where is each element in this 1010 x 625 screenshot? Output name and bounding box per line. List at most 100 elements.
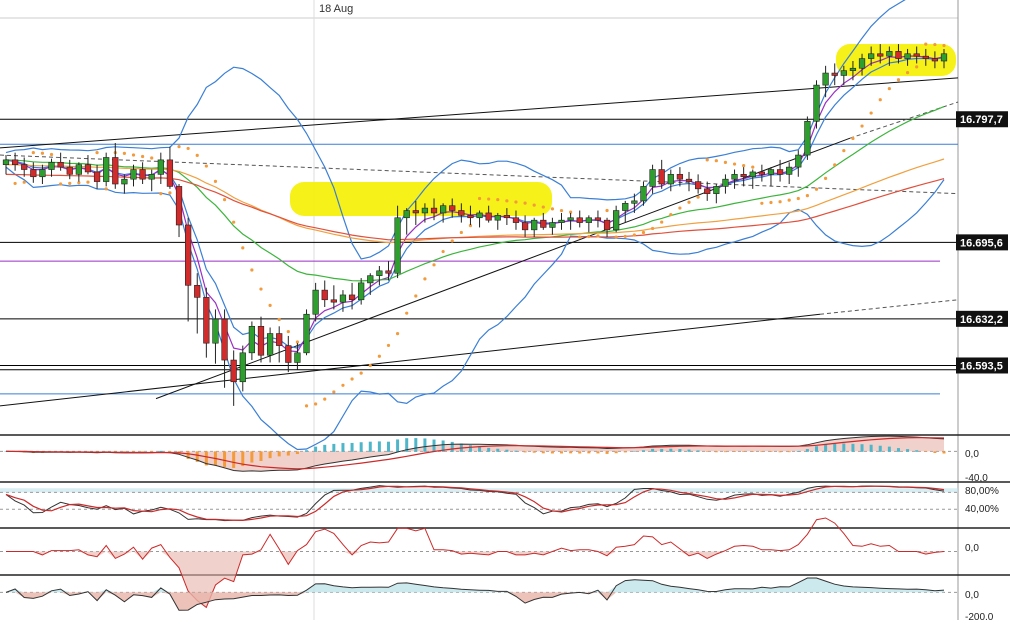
macd-histogram-bar [332,443,336,452]
candle-bullish [886,51,893,57]
parabolic-sar-dot [660,220,664,224]
macd-histogram-bar [523,451,527,453]
chart-canvas[interactable]: 18 Aug 16.797,716.695,616.632,216.593,5 … [0,0,1010,623]
parabolic-sar-dot [49,152,54,157]
parabolic-sar-dot [314,402,318,406]
parabolic-sar-dot [414,294,418,298]
candle-bullish [421,207,429,214]
candle-bearish [175,186,183,226]
parabolic-sar-dot [942,43,946,48]
candle-bearish [694,181,702,190]
parabolic-sar-dot [432,263,436,267]
parabolic-sar-dot [632,233,636,237]
candle-bullish [121,178,128,185]
candle-bullish [303,313,310,354]
parabolic-sar-dot [778,200,782,204]
macd-histogram-bar [842,443,846,452]
parabolic-sar-dot [150,156,154,160]
macd-histogram-bar [532,451,536,453]
parabolic-sar-dot [423,277,427,281]
macd-histogram-bar [386,441,390,452]
parabolic-sar-dot [869,111,873,115]
macd-histogram-bar [596,451,600,454]
parabolic-sar-dot [131,153,136,157]
parabolic-sar-dot [732,162,737,166]
candle-bearish [831,72,838,76]
macd-histogram-bar [924,451,928,452]
parabolic-sar-dot [723,160,728,165]
candle-bearish [385,270,392,274]
parabolic-sar-dot [213,179,218,183]
candle-bullish [476,212,483,219]
parabolic-sar-dot [878,98,882,102]
parabolic-sar-dot [323,397,327,401]
candle-bearish [467,215,474,219]
macd-histogram-bar [660,448,664,452]
candle-bullish [558,219,565,223]
parabolic-sar-dot [159,192,163,196]
candle-bullish [640,186,647,202]
candle-bearish [93,171,101,182]
macd-histogram-bar [915,450,919,452]
parabolic-sar-dot [523,201,527,205]
candle-bearish [84,164,92,173]
parabolic-sar-dot [368,363,372,368]
parabolic-sar-dot [851,136,855,141]
parabolic-sar-dot [59,182,63,186]
candle-bearish [194,284,201,298]
macd-histogram-bar [268,451,272,459]
macd-histogram-bar [423,438,427,452]
parabolic-sar-dot [277,317,281,322]
macd-histogram-bar [805,449,809,452]
parabolic-sar-dot [250,268,254,272]
candle-bearish [776,169,784,175]
parabolic-sar-dot [22,180,26,184]
parabolic-sar-dot [332,390,336,394]
macd-histogram-bar [760,451,764,453]
candle-bearish [877,53,884,57]
candle-bearish [112,157,119,185]
candle-bearish [139,169,146,180]
macd-histogram-bar [541,451,545,454]
parabolic-sar-dot [86,180,90,184]
parabolic-sar-dot [95,151,99,155]
macd-histogram-bar [860,444,864,452]
macd-histogram-bar [787,451,791,453]
candle-bullish [494,215,501,221]
candle-bearish [11,159,19,166]
candle-bearish [576,217,583,223]
candle-bearish [285,345,292,363]
candle-bullish [849,67,857,71]
trading-chart[interactable]: 18 Aug 16.797,7 16.695,6 16.632,2 16.593,5 … [0,0,1010,623]
parabolic-sar-dot [887,87,891,91]
macd-histogram-bar [751,451,755,452]
parabolic-sar-dot [350,377,354,381]
parabolic-sar-dot [68,181,72,185]
candle-bearish [913,53,920,57]
candle-bullish [376,270,383,276]
macd-histogram-bar [705,451,709,452]
macd-histogram-bar [277,451,281,457]
candle-bearish [185,224,192,286]
macd-histogram-bar [723,451,727,453]
macd-histogram-bar [605,451,609,454]
macd-histogram-bar [341,443,345,452]
candle-bullish [367,275,374,284]
macd-histogram-bar [314,446,318,452]
macd-histogram-bar [359,442,363,452]
macd-histogram-bar [641,450,645,452]
candle-bullish [312,289,319,315]
candle-bearish [512,217,520,223]
stoch-tick-40: 40,00% [965,504,999,515]
candle-bearish [458,210,465,216]
parabolic-sar-dot [915,65,919,69]
parabolic-sar-dot [286,329,290,334]
macd-histogram-bar [305,450,309,452]
parabolic-sar-dot [860,124,864,128]
macd-histogram-bar [933,451,937,453]
parabolic-sar-dot [751,165,755,169]
macd-histogram-bar [878,445,882,452]
parabolic-sar-dot [177,145,181,149]
candle-bullish [858,58,866,69]
macd-histogram-bar [323,444,327,452]
